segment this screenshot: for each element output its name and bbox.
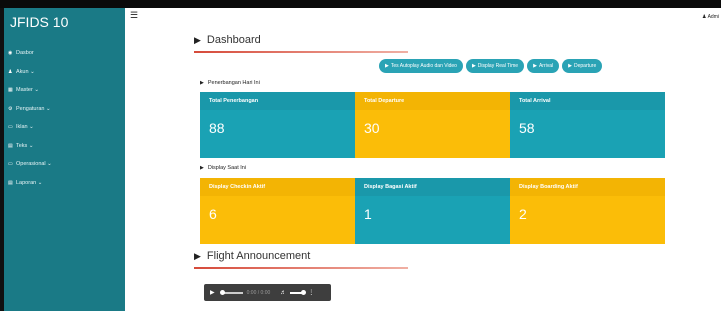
file-icon: ▤ xyxy=(8,142,13,149)
arrival-label: Arrival xyxy=(538,63,554,69)
card-total-flights[interactable]: Total Penerbangan 88 xyxy=(200,92,355,158)
main-content: ☰ ♟ Admi ▶ Dashboard ▶ Tes Autoplay Audio… xyxy=(125,8,721,311)
caret-right-icon: ▶ xyxy=(194,250,201,261)
caret-right-icon: ▶ xyxy=(200,80,204,86)
display-realtime-button[interactable]: ▶ Display Real Time xyxy=(465,59,525,73)
desktop-icon: ▭ xyxy=(8,161,13,168)
card-value: 30 xyxy=(364,120,380,136)
flights-today-title: Penerbangan Hari Ini xyxy=(207,80,260,86)
sidebar-item-teks[interactable]: ▤ Teks ⌄ xyxy=(8,137,124,156)
play-icon: ▶ xyxy=(471,63,476,69)
monitor-icon: ▭ xyxy=(8,124,13,131)
sidebar-menu: ◉ Dasbor ♟ Akun ⌄ ▦ Master ⌄ ⚙ Pengatura… xyxy=(8,44,124,192)
top-bar xyxy=(0,0,721,8)
more-options-icon[interactable]: ⋮ xyxy=(308,289,314,296)
departure-label: Departure xyxy=(573,63,597,69)
announcement-title-text: Flight Announcement xyxy=(206,250,311,262)
flights-today-heading: ▶ Penerbangan Hari Ini xyxy=(200,80,260,86)
brand-logo[interactable]: JFIDS 10 xyxy=(10,14,68,30)
sidebar-item-dasbor[interactable]: ◉ Dasbor xyxy=(8,44,124,63)
progress-handle[interactable] xyxy=(219,289,225,295)
sidebar-item-label: Iklan ⌄ xyxy=(16,124,34,131)
card-value: 6 xyxy=(209,206,217,222)
play-icon: ▶ xyxy=(568,63,572,69)
display-realtime-label: Display Real Time xyxy=(477,63,519,69)
caret-right-icon: ▶ xyxy=(194,34,201,45)
hamburger-menu-icon[interactable]: ☰ xyxy=(130,11,138,20)
card-label: Total Arrival xyxy=(510,92,665,110)
sidebar-item-label: Teks ⌄ xyxy=(16,142,34,149)
test-autoplay-label: Tes Autoplay Audio dan Video xyxy=(390,63,457,69)
dashboard-icon: ◉ xyxy=(8,50,13,57)
display-now-heading: ▶ Display Saat Ini xyxy=(200,165,246,171)
sidebar-item-iklan[interactable]: ▭ Iklan ⌄ xyxy=(8,118,124,137)
card-checkin-active[interactable]: Display Checkin Aktif 6 xyxy=(200,178,355,244)
card-boarding-active[interactable]: Display Boarding Aktif 2 xyxy=(510,178,665,244)
caret-right-icon: ▶ xyxy=(200,165,204,171)
play-icon: ▶ xyxy=(533,63,537,69)
dashboard-title: ▶ Dashboard xyxy=(194,34,261,46)
display-now-cards: Display Checkin Aktif 6 Display Bagasi A… xyxy=(200,178,665,244)
sidebar-item-operasional[interactable]: ▭ Operasional ⌄ xyxy=(8,155,124,174)
audio-time: 0:00 / 0:00 xyxy=(246,289,271,296)
card-label: Total Departure xyxy=(355,92,510,110)
card-value: 1 xyxy=(364,206,372,222)
sidebar-item-pengaturan[interactable]: ⚙ Pengaturan ⌄ xyxy=(8,100,124,119)
user-icon: ♟ xyxy=(701,14,707,20)
card-label: Display Boarding Aktif xyxy=(510,178,665,196)
audio-player[interactable]: ▶ 0:00 / 0:00 ♬ ⋮ xyxy=(204,284,331,301)
announcement-title: ▶ Flight Announcement xyxy=(194,250,310,262)
dashboard-title-text: Dashboard xyxy=(206,34,261,46)
audio-progress-bar[interactable] xyxy=(219,289,243,295)
volume-slider[interactable] xyxy=(290,289,307,295)
card-label: Display Checkin Aktif xyxy=(200,178,355,196)
departure-button[interactable]: ▶ Departure xyxy=(562,59,603,73)
title-underline xyxy=(194,51,408,53)
user-icon: ♟ xyxy=(8,68,13,75)
sidebar-item-laporan[interactable]: ▤ Laporan ⌄ xyxy=(8,174,124,193)
sidebar-item-label: Laporan ⌄ xyxy=(16,179,43,186)
card-value: 88 xyxy=(209,120,225,136)
user-name: Admi xyxy=(707,14,719,20)
flights-today-cards: Total Penerbangan 88 Total Departure 30 … xyxy=(200,92,665,158)
sidebar-item-label: Master ⌄ xyxy=(16,87,39,94)
report-icon: ▤ xyxy=(8,179,13,186)
gear-icon: ⚙ xyxy=(8,105,13,112)
database-icon: ▦ xyxy=(8,87,13,94)
play-icon[interactable]: ▶ xyxy=(210,289,215,296)
volume-handle[interactable] xyxy=(301,289,307,295)
card-baggage-active[interactable]: Display Bagasi Aktif 1 xyxy=(355,178,510,244)
announcement-underline xyxy=(194,267,408,269)
sidebar-item-label: Dasbor xyxy=(16,50,34,57)
card-value: 58 xyxy=(519,120,535,136)
card-label: Display Bagasi Aktif xyxy=(355,178,510,196)
dashboard-actions: ▶ Tes Autoplay Audio dan Video ▶ Display R… xyxy=(379,59,603,73)
play-icon: ▶ xyxy=(385,63,389,69)
card-value: 2 xyxy=(519,206,527,222)
sidebar-item-master[interactable]: ▦ Master ⌄ xyxy=(8,81,124,100)
card-label: Total Penerbangan xyxy=(200,92,355,110)
card-total-arrival[interactable]: Total Arrival 58 xyxy=(510,92,665,158)
card-total-departure[interactable]: Total Departure 30 xyxy=(355,92,510,158)
sidebar-item-label: Operasional ⌄ xyxy=(16,161,52,168)
arrival-button[interactable]: ▶ Arrival xyxy=(527,59,560,73)
volume-icon[interactable]: ♬ xyxy=(280,290,286,296)
test-autoplay-button[interactable]: ▶ Tes Autoplay Audio dan Video xyxy=(379,59,463,73)
user-menu[interactable]: ♟ Admi xyxy=(702,14,719,20)
sidebar-item-label: Pengaturan ⌄ xyxy=(16,105,51,112)
display-now-title: Display Saat Ini xyxy=(207,165,247,171)
sidebar-item-label: Akun ⌄ xyxy=(16,68,35,75)
sidebar: JFIDS 10 ◉ Dasbor ♟ Akun ⌄ ▦ Master ⌄ ⚙ … xyxy=(4,8,125,311)
sidebar-item-akun[interactable]: ♟ Akun ⌄ xyxy=(8,63,124,82)
